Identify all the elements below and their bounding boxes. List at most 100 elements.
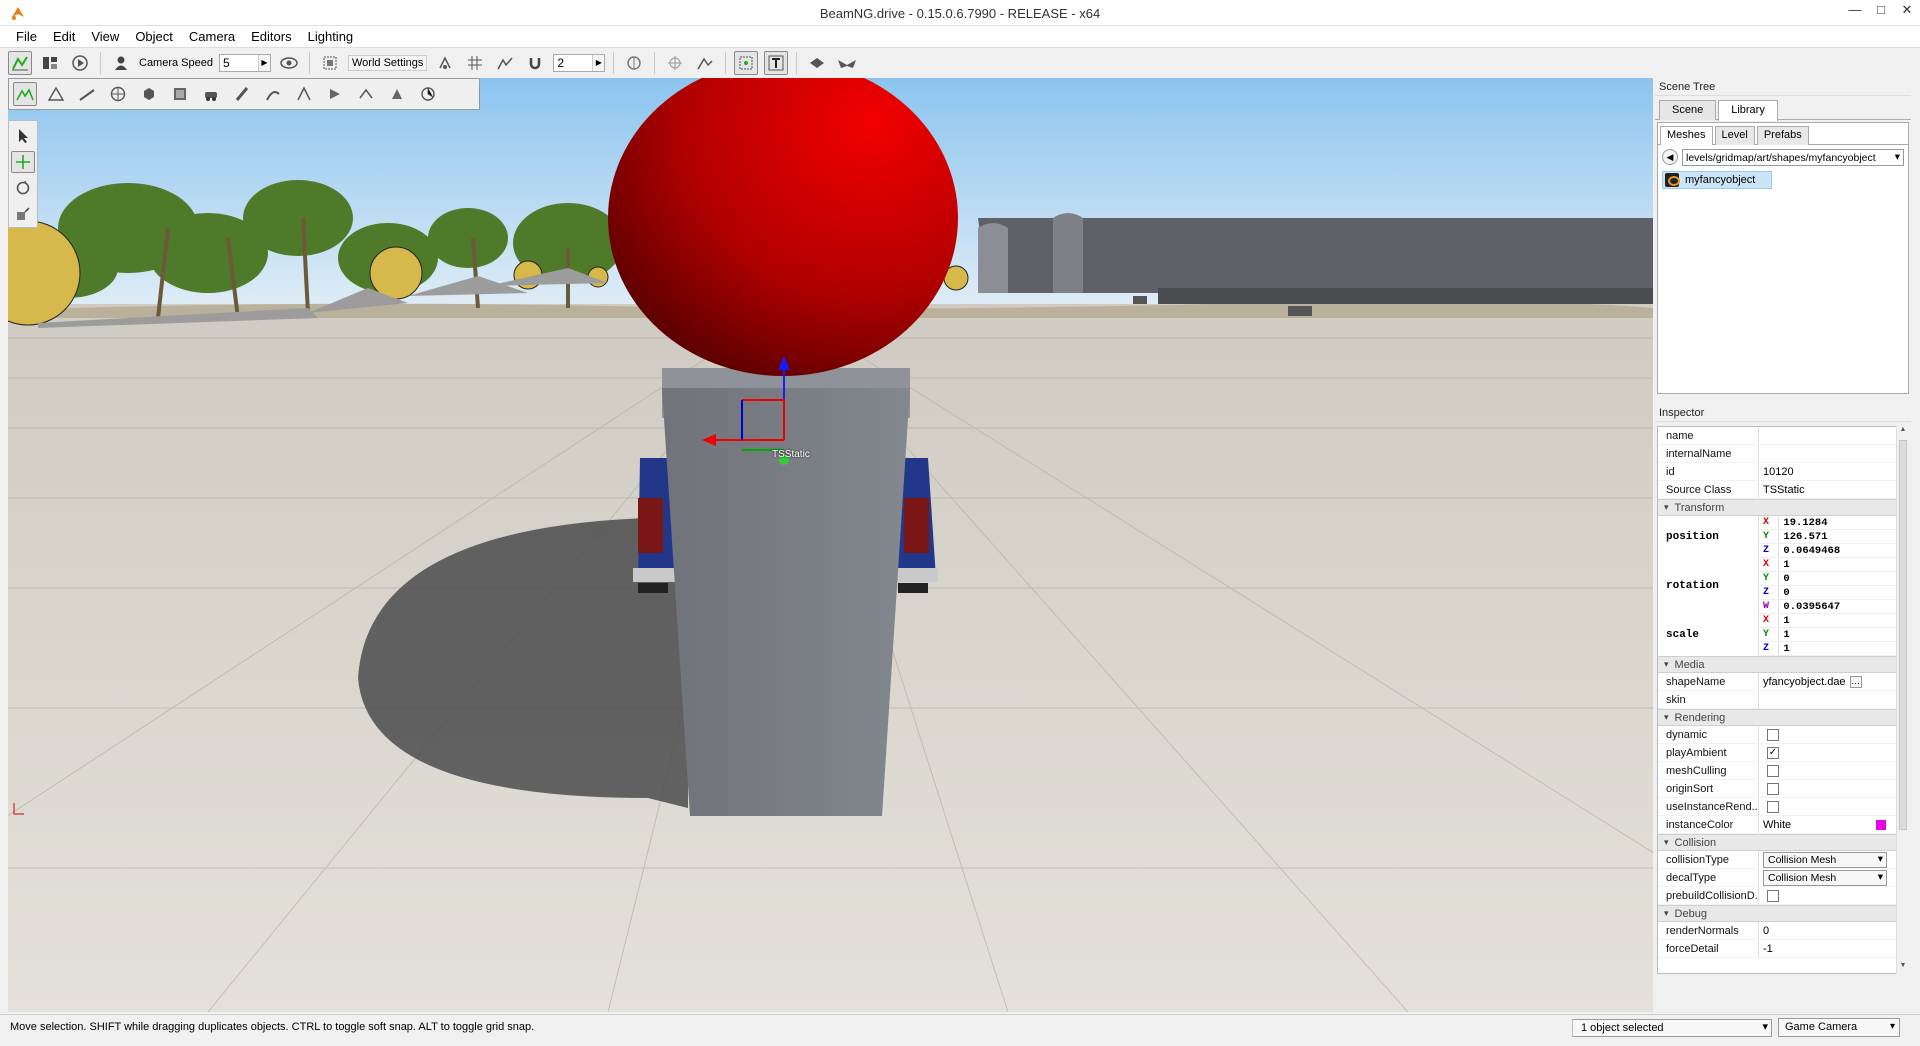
rotation-w-field[interactable]: 0.0395647 <box>1778 600 1900 613</box>
scale-z-field[interactable]: 1 <box>1778 642 1900 655</box>
menu-edit[interactable]: Edit <box>45 29 83 44</box>
menu-view[interactable]: View <box>83 29 127 44</box>
collision-type-select[interactable]: Collision Mesh <box>1763 851 1887 868</box>
internal-name-field[interactable] <box>1758 445 1900 462</box>
move-tool-icon[interactable] <box>11 151 35 173</box>
library-path-select[interactable]: levels/gridmap/art/shapes/myfancyobject <box>1682 148 1904 166</box>
gui-editor-icon[interactable] <box>38 51 62 75</box>
terrain-painter-icon[interactable] <box>44 82 68 106</box>
player-camera-icon[interactable] <box>109 51 133 75</box>
browse-button[interactable]: … <box>1849 675 1862 688</box>
group-debug[interactable]: Debug <box>1658 905 1900 922</box>
rotation-z-field[interactable]: 0 <box>1778 586 1900 599</box>
inspector-scrollbar[interactable]: ▲ ▼ <box>1896 426 1908 974</box>
fly-camera-icon[interactable] <box>805 51 829 75</box>
navmesh-icon[interactable] <box>354 82 378 106</box>
forest-brush-icon[interactable] <box>230 82 254 106</box>
library-browser: Meshes Level Prefabs ◀ levels/gridmap/ar… <box>1657 122 1909 394</box>
chevron-right-icon[interactable]: ▶ <box>592 55 605 71</box>
center-icon[interactable] <box>663 51 687 75</box>
scroll-down-icon[interactable]: ▼ <box>1897 962 1909 974</box>
menu-editors[interactable]: Editors <box>243 29 299 44</box>
position-z-field[interactable]: 0.0649468 <box>1778 544 1900 557</box>
group-transform[interactable]: Transform <box>1658 499 1900 516</box>
force-detail-field[interactable]: -1 <box>1758 940 1900 957</box>
group-collision[interactable]: Collision <box>1658 834 1900 851</box>
mesh-road-icon[interactable] <box>292 82 316 106</box>
road-editor-icon[interactable] <box>75 82 99 106</box>
menu-object[interactable]: Object <box>127 29 181 44</box>
prebuild-collision-checkbox[interactable] <box>1767 889 1779 902</box>
minimize-button[interactable]: — <box>1842 0 1868 22</box>
back-arrow-icon[interactable]: ◀ <box>1662 149 1678 165</box>
skin-field[interactable] <box>1758 691 1900 708</box>
shape-name-field[interactable]: yfancyobject.dae… <box>1758 673 1900 690</box>
camera-speed-stepper[interactable]: ▶ <box>219 54 271 72</box>
terrain-editor-icon[interactable] <box>13 82 37 106</box>
tab-level[interactable]: Level <box>1714 126 1755 145</box>
scroll-up-icon[interactable]: ▲ <box>1897 426 1909 438</box>
scale-y-field[interactable]: 1 <box>1778 628 1900 641</box>
group-rendering[interactable]: Rendering <box>1658 709 1900 726</box>
eagle-camera-icon[interactable] <box>835 51 859 75</box>
instance-color-field[interactable]: White <box>1758 816 1900 833</box>
play-ambient-checkbox[interactable]: ✓ <box>1767 746 1779 759</box>
tab-prefabs[interactable]: Prefabs <box>1756 126 1809 145</box>
close-button[interactable]: ✕ <box>1894 0 1920 22</box>
position-y-field[interactable]: 126.571 <box>1778 530 1900 543</box>
particle-editor-icon[interactable] <box>416 82 440 106</box>
object-snap-icon[interactable] <box>433 51 457 75</box>
rotation-x-field[interactable]: 1 <box>1778 558 1900 571</box>
play-icon[interactable] <box>68 51 92 75</box>
menu-lighting[interactable]: Lighting <box>300 29 362 44</box>
world-editor-icon[interactable] <box>8 51 32 75</box>
camera-frame-icon[interactable] <box>318 51 342 75</box>
grid-snap-icon[interactable] <box>463 51 487 75</box>
terrain-snap-icon[interactable] <box>493 51 517 75</box>
scrollbar-thumb[interactable] <box>1899 440 1907 830</box>
scale-tool-icon[interactable] <box>11 203 35 225</box>
position-x-field[interactable]: 19.1284 <box>1778 516 1900 529</box>
3d-viewport[interactable]: TSStatic <box>8 78 1653 1012</box>
select-box-icon[interactable] <box>734 51 759 75</box>
list-item[interactable]: myfancyobject <box>1662 171 1772 189</box>
rotate-tool-icon[interactable] <box>11 177 35 199</box>
shape-editor-icon[interactable] <box>385 82 409 106</box>
visibility-eye-icon[interactable] <box>277 51 301 75</box>
group-media[interactable]: Media <box>1658 656 1900 673</box>
river-icon[interactable] <box>261 82 285 106</box>
menu-file[interactable]: File <box>8 29 45 44</box>
cube-shape-icon[interactable] <box>137 82 161 106</box>
scale-x-field[interactable]: 1 <box>1778 614 1900 627</box>
mesh-culling-checkbox[interactable] <box>1767 764 1779 777</box>
select-arrow-icon[interactable] <box>11 125 35 147</box>
world-settings-button[interactable]: World Settings <box>348 55 428 71</box>
color-swatch[interactable] <box>1876 819 1886 830</box>
tab-scene[interactable]: Scene <box>1659 100 1717 120</box>
tab-library[interactable]: Library <box>1718 100 1778 121</box>
snap-value-stepper[interactable]: ▶ <box>553 54 606 72</box>
decal-icon[interactable] <box>323 82 347 106</box>
text-tool-icon[interactable] <box>764 51 789 75</box>
vehicle-icon[interactable] <box>199 82 223 106</box>
snap-value-input[interactable] <box>554 55 593 71</box>
magnet-icon[interactable] <box>523 51 547 75</box>
dynamic-checkbox[interactable] <box>1767 728 1779 741</box>
object-transform-icon[interactable] <box>693 51 717 75</box>
name-field[interactable] <box>1758 427 1900 444</box>
maximize-button[interactable]: □ <box>1868 0 1894 22</box>
texture-icon[interactable] <box>168 82 192 106</box>
origin-sort-checkbox[interactable] <box>1767 782 1779 795</box>
sphere-shape-icon[interactable] <box>106 82 130 106</box>
use-instance-render-checkbox[interactable] <box>1767 800 1779 813</box>
tab-meshes[interactable]: Meshes <box>1660 126 1713 145</box>
bounds-icon[interactable] <box>622 51 646 75</box>
camera-mode-select[interactable]: Game Camera <box>1778 1018 1900 1037</box>
chevron-right-icon[interactable]: ▶ <box>258 55 270 71</box>
menu-camera[interactable]: Camera <box>181 29 243 44</box>
toolbar-grip[interactable] <box>479 87 483 103</box>
decal-type-select[interactable]: Collision Mesh <box>1763 869 1887 886</box>
camera-speed-input[interactable] <box>220 55 258 71</box>
render-normals-field[interactable]: 0 <box>1758 922 1900 939</box>
rotation-y-field[interactable]: 0 <box>1778 572 1900 585</box>
